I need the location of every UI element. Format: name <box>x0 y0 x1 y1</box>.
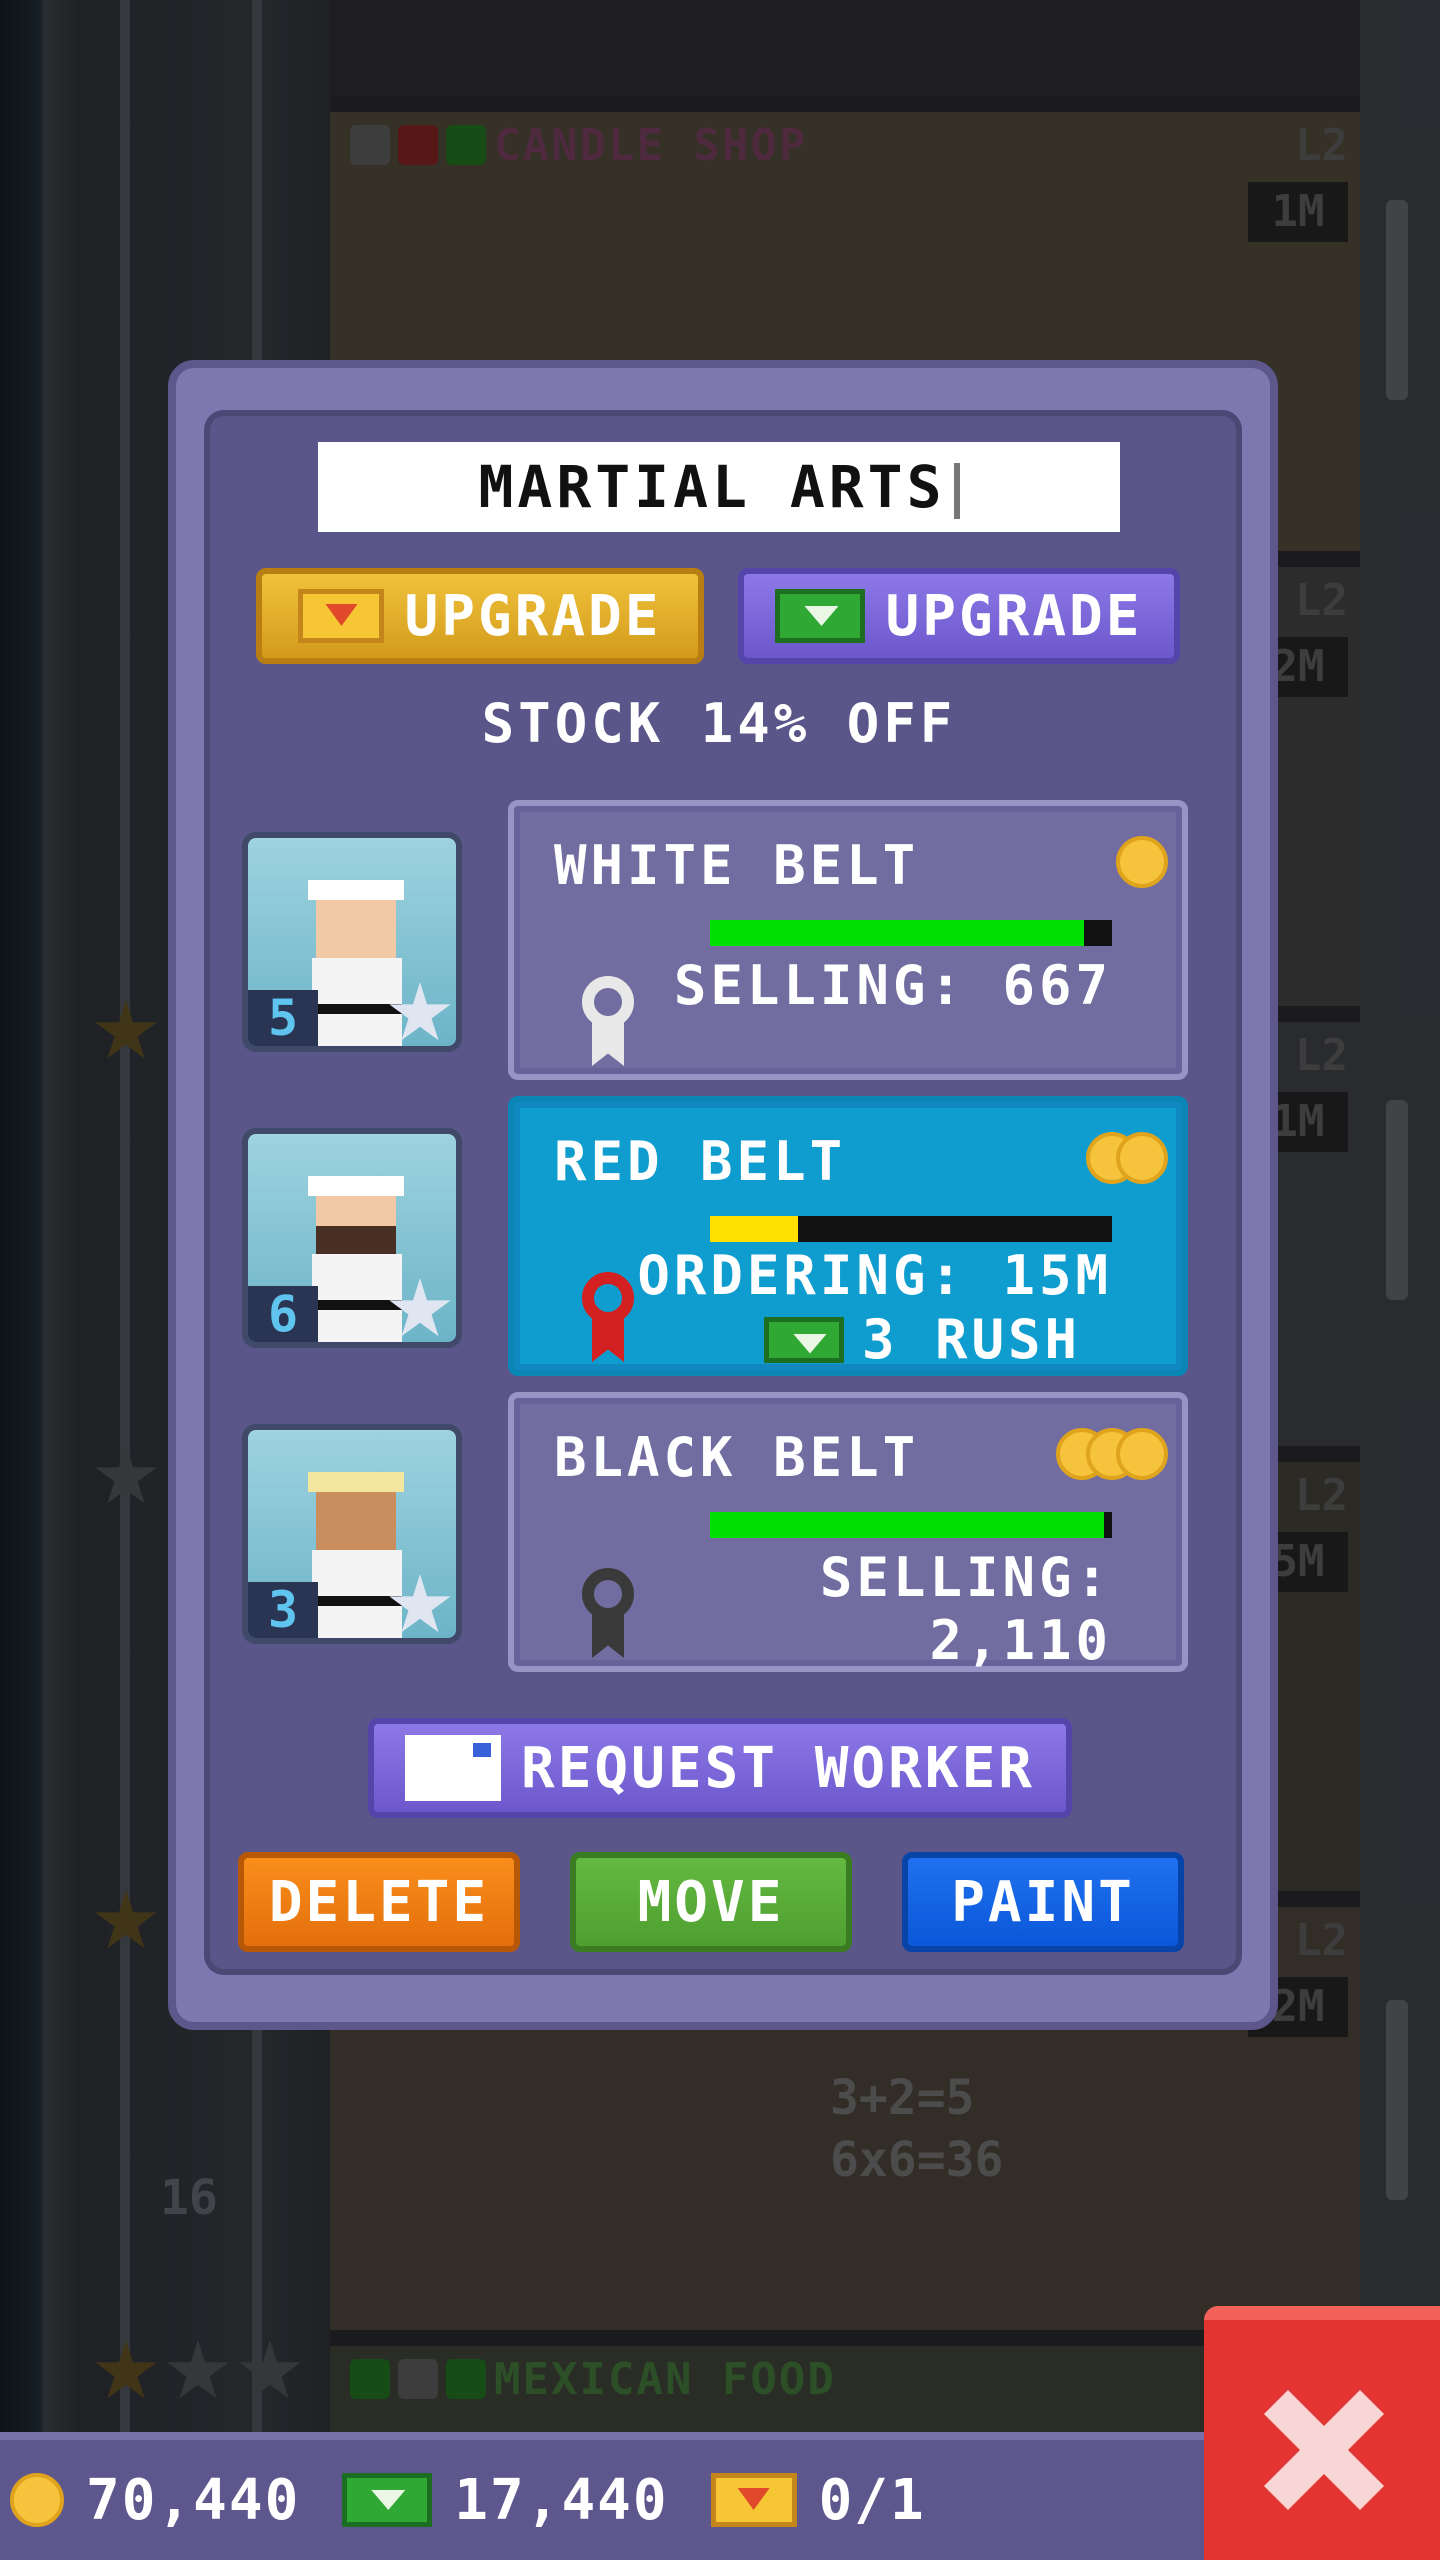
worker-slot-1[interactable]: 5 <box>242 832 462 1052</box>
stock-status: SELLING: 667 <box>673 954 1112 1017</box>
stock-panel-black-belt[interactable]: BLACK BELT SELLING: 2,110 <box>508 1392 1188 1672</box>
stock-progress-bar <box>710 1216 1112 1242</box>
stock-panel-red-belt[interactable]: RED BELT ORDERING: 15M 3 RUSH <box>508 1096 1188 1376</box>
worker-level: 6 <box>248 1286 318 1342</box>
cash-icon <box>764 1316 844 1363</box>
coin-icon <box>10 2473 64 2527</box>
stock-panel-white-belt[interactable]: WHITE BELT SELLING: 667 <box>508 800 1188 1080</box>
close-button[interactable] <box>1204 2306 1440 2560</box>
white-belt-medal-icon <box>578 976 638 1066</box>
coin-icon <box>1116 1428 1168 1480</box>
stock-name: WHITE BELT <box>554 834 920 897</box>
worker-level: 3 <box>248 1582 318 1638</box>
red-belt-medal-icon <box>578 1272 638 1362</box>
stock-name: RED BELT <box>554 1130 847 1193</box>
floor-name-input[interactable]: MARTIAL ARTS <box>318 442 1120 532</box>
delete-button[interactable]: DELETE <box>238 1852 520 1952</box>
ticket-icon <box>710 2473 797 2527</box>
upgrade-bux-button[interactable]: UPGRADE <box>256 568 704 664</box>
coin-count: 70,440 <box>86 2467 301 2533</box>
coin-tier-icon <box>1116 836 1168 888</box>
close-icon <box>1264 2390 1384 2510</box>
coin-icon <box>1116 1132 1168 1184</box>
stock-status: SELLING: 2,110 <box>819 1546 1112 1672</box>
stock-progress-bar <box>710 920 1112 946</box>
text-cursor <box>953 462 960 519</box>
cash-icon <box>775 589 866 643</box>
worker-slot-3[interactable]: 3 <box>242 1424 462 1644</box>
promo-text: STOCK 14% OFF <box>481 692 957 755</box>
black-belt-medal-icon <box>578 1568 638 1658</box>
coin-tier-icon <box>1086 1132 1168 1184</box>
coin-icon <box>1116 836 1168 888</box>
paint-button[interactable]: PAINT <box>902 1852 1184 1952</box>
worker-level: 5 <box>248 990 318 1046</box>
rush-button[interactable]: 3 RUSH <box>764 1308 1081 1371</box>
stock-name: BLACK BELT <box>554 1426 920 1489</box>
bux-count: 17,440 <box>454 2467 669 2533</box>
move-button[interactable]: MOVE <box>570 1852 852 1952</box>
worker-slot-2[interactable]: 6 <box>242 1128 462 1348</box>
coin-tier-icon <box>1056 1428 1168 1480</box>
stock-progress-bar <box>710 1512 1112 1538</box>
upgrade-cash-button[interactable]: UPGRADE <box>738 568 1180 664</box>
currency-bar: 70,440 17,440 0/1 <box>0 2432 1220 2560</box>
stock-status: ORDERING: 15M <box>637 1244 1112 1307</box>
request-worker-button[interactable]: REQUEST WORKER <box>368 1718 1072 1818</box>
ticket-icon <box>298 589 385 643</box>
ticket-count: 0/1 <box>818 2467 926 2533</box>
envelope-icon <box>404 1735 501 1801</box>
cash-icon <box>342 2473 433 2527</box>
